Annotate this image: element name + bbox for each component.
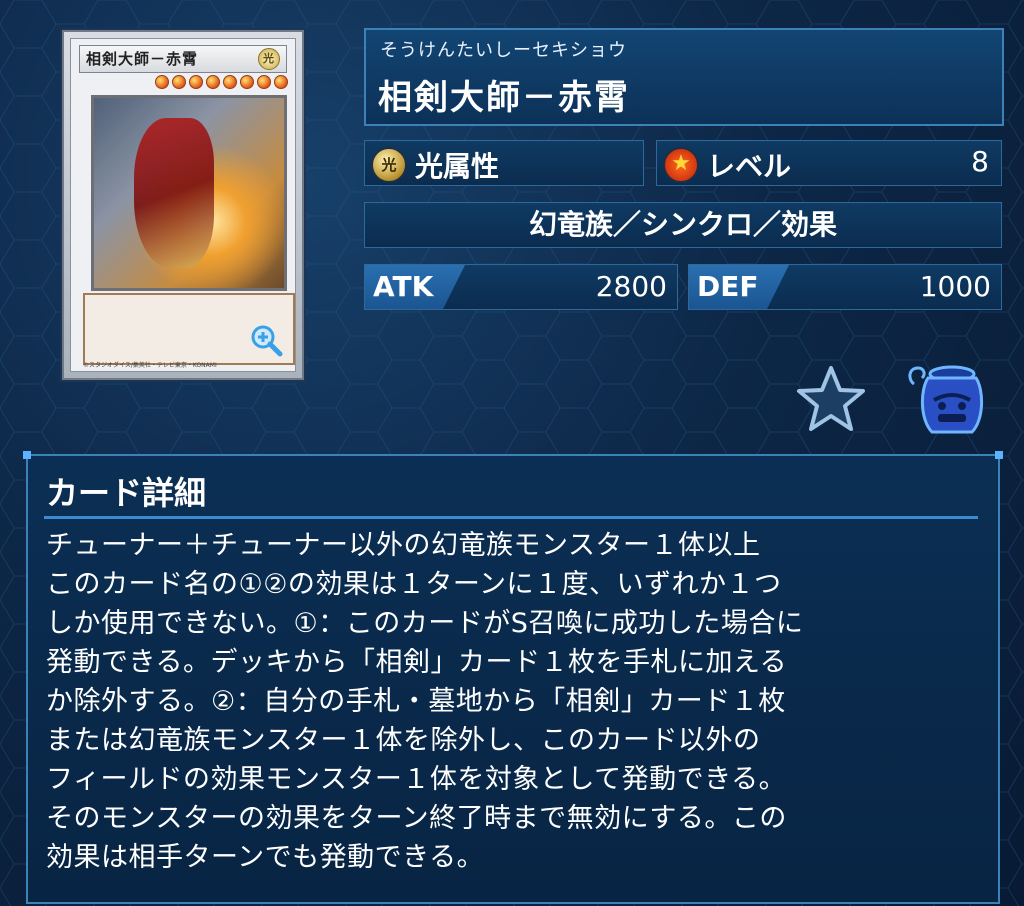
card-name-panel: そうけんたいしーセキショウ 相剣大師－赤霄 [364, 28, 1004, 126]
card-name-reading: そうけんたいしーセキショウ [380, 40, 627, 61]
type-line: 幻竜族／シンクロ／効果 [528, 208, 837, 241]
pot-of-greed-icon[interactable] [906, 360, 988, 438]
level-star [240, 75, 254, 89]
level-star [172, 75, 186, 89]
type-line-panel: 幻竜族／シンクロ／効果 [364, 202, 1002, 248]
level-label: レベル [707, 150, 792, 183]
detail-divider [44, 516, 978, 519]
card-thumb-name-bar: 相剣大師－赤霄 光 [79, 45, 287, 73]
card-thumb-attribute-icon: 光 [258, 48, 280, 70]
level-star-icon [663, 147, 699, 183]
card-thumbnail[interactable]: 相剣大師－赤霄 光 ©スタジオダイス/集英社・テレビ東京・KONAMI [62, 30, 304, 380]
card-thumb-name: 相剣大師－赤霄 [86, 50, 199, 68]
def-value: 1000 [919, 270, 991, 303]
def-panel: DEF 1000 [688, 264, 1002, 310]
attribute-panel: 光 光属性 [364, 140, 644, 186]
card-effect-text[interactable]: チューナー＋チューナー以外の幻竜族モンスター１体以上 このカード名の①②の効果は… [46, 526, 976, 877]
card-name: 相剣大師－赤霄 [378, 78, 630, 118]
level-panel: レベル 8 [656, 140, 1002, 186]
level-stars [155, 75, 288, 89]
attribute-label: 光属性 [415, 150, 500, 183]
level-star [155, 75, 169, 89]
corner-marker [995, 451, 1003, 459]
def-label: DEF [689, 265, 789, 309]
level-star [206, 75, 220, 89]
star-icon[interactable] [796, 364, 866, 434]
level-star [223, 75, 237, 89]
level-star [274, 75, 288, 89]
level-value: 8 [971, 145, 989, 178]
level-star [189, 75, 203, 89]
card-face: 相剣大師－赤霄 光 ©スタジオダイス/集英社・テレビ東京・KONAMI [70, 38, 296, 372]
atk-panel: ATK 2800 [364, 264, 678, 310]
light-attribute-icon: 光 [371, 147, 407, 183]
corner-marker [23, 451, 31, 459]
atk-label: ATK [365, 265, 465, 309]
card-copyright: ©スタジオダイス/集英社・テレビ東京・KONAMI [83, 362, 217, 369]
atk-value: 2800 [595, 270, 667, 303]
level-star [257, 75, 271, 89]
card-artwork [91, 95, 287, 291]
detail-title: カード詳細 [46, 474, 207, 512]
zoom-in-icon[interactable] [249, 323, 283, 357]
card-detail-panel: カード詳細 チューナー＋チューナー以外の幻竜族モンスター１体以上 このカード名の… [23, 451, 1003, 904]
